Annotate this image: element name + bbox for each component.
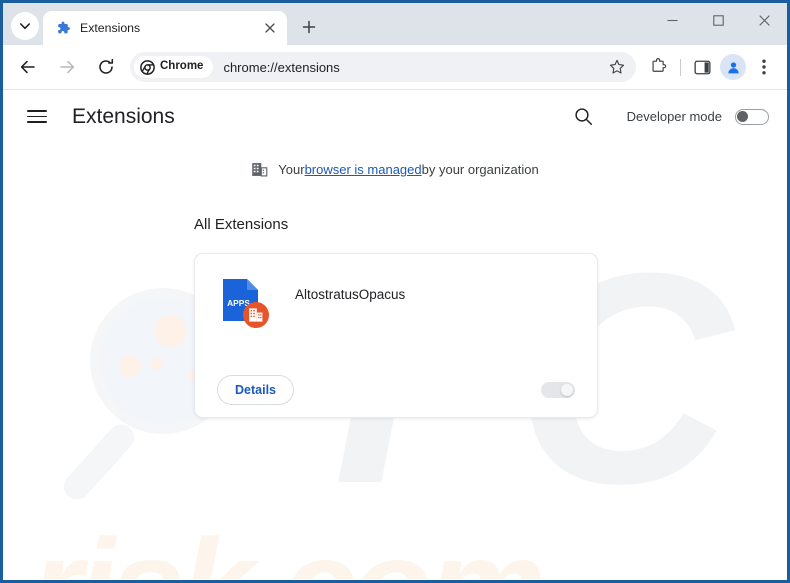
hamburger-line — [27, 110, 47, 112]
extension-card: APPS AltostratusOpacus Details — [194, 253, 598, 418]
person-icon — [727, 61, 739, 73]
arrow-right-icon — [60, 60, 75, 74]
puzzle-piece-icon — [58, 21, 70, 34]
maximize-icon — [712, 14, 724, 26]
managed-browser-link[interactable]: browser is managed — [305, 162, 422, 177]
close-button[interactable] — [741, 3, 787, 37]
address-bar-url: chrome://extensions — [223, 59, 340, 75]
developer-mode-label: Developer mode — [626, 109, 722, 124]
browser-toolbar: Chrome chrome://extensions — [3, 45, 787, 90]
browser-window-inner: Extensions Chrome chrome://extensions Ex… — [3, 3, 787, 580]
details-button[interactable]: Details — [217, 375, 294, 405]
tab-strip: Extensions — [3, 3, 787, 45]
managed-text-prefix: Your — [278, 162, 305, 177]
extension-name: AltostratusOpacus — [295, 287, 406, 302]
arrow-left-icon — [20, 60, 35, 74]
toggle-knob — [737, 110, 748, 122]
browser-window: Extensions Chrome chrome://extensions Ex… — [0, 0, 790, 583]
extensions-page-header: Extensions Developer mode — [3, 90, 787, 143]
brand-watermark-bottom: risk.com — [31, 520, 546, 580]
extension-enable-toggle[interactable] — [541, 382, 575, 398]
hamburger-line — [27, 115, 47, 118]
reload-icon — [99, 58, 114, 74]
page-title: Extensions — [72, 105, 175, 128]
chrome-chip-label: Chrome — [160, 60, 204, 73]
extension-icon: APPS — [221, 276, 269, 328]
toolbar-divider — [680, 58, 681, 76]
extensions-toolbar-button[interactable] — [644, 52, 674, 82]
window-controls — [649, 3, 787, 37]
tab-title: Extensions — [80, 21, 141, 35]
enterprise-badge-icon — [243, 302, 269, 328]
chrome-origin-chip: Chrome — [134, 56, 214, 78]
minimize-icon — [667, 19, 677, 21]
extensions-page: PC risk.com Extensions Developer mode — [3, 90, 787, 579]
side-panel-icon — [693, 60, 711, 74]
bookmark-star-button[interactable] — [604, 54, 630, 80]
search-extensions-button[interactable] — [569, 102, 599, 132]
hamburger-line — [27, 121, 47, 123]
forward-button[interactable] — [52, 52, 82, 82]
developer-mode-toggle[interactable] — [735, 108, 769, 125]
profile-avatar-button[interactable] — [720, 54, 746, 80]
maximize-button[interactable] — [695, 3, 741, 37]
more-vertical-icon — [762, 59, 766, 75]
reload-button[interactable] — [91, 52, 121, 82]
all-extensions-heading: All Extensions — [194, 216, 289, 233]
chevron-down-icon — [20, 23, 30, 30]
toggle-knob — [561, 384, 573, 396]
main-menu-button[interactable] — [27, 104, 53, 130]
back-button[interactable] — [13, 52, 43, 82]
side-panel-button[interactable] — [687, 52, 717, 82]
close-icon — [758, 14, 770, 26]
address-bar[interactable]: Chrome chrome://extensions — [130, 52, 636, 82]
tab-close-icon[interactable] — [261, 19, 279, 37]
search-icon — [575, 108, 593, 126]
star-icon — [609, 59, 625, 74]
managed-text-suffix: by your organization — [421, 162, 539, 177]
chrome-logo-icon — [140, 59, 155, 75]
tab-extensions[interactable]: Extensions — [43, 11, 287, 45]
tab-search-button[interactable] — [11, 12, 39, 40]
new-tab-button[interactable] — [295, 13, 323, 41]
enterprise-building-icon — [252, 163, 268, 177]
chrome-menu-button[interactable] — [749, 52, 779, 82]
minimize-button[interactable] — [649, 3, 695, 37]
close-icon — [265, 23, 275, 33]
plus-icon — [302, 20, 316, 34]
managed-browser-banner: Your browser is managed by your organiza… — [3, 161, 787, 178]
extensions-puzzle-icon — [652, 58, 667, 72]
extension-card-header: APPS AltostratusOpacus — [195, 254, 597, 328]
extension-card-footer: Details — [195, 363, 597, 417]
